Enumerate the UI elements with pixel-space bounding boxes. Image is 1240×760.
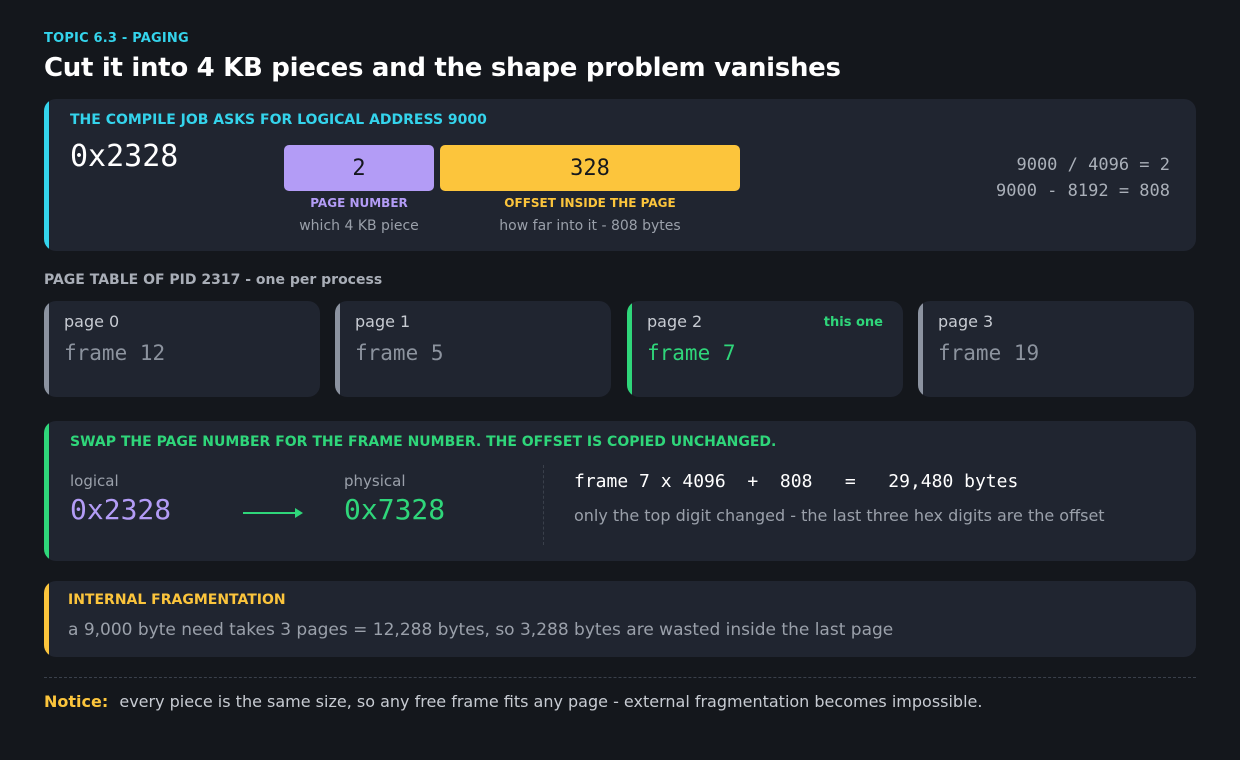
fragmentation-text: a 9,000 byte need takes 3 pages = 12,288… — [68, 620, 894, 640]
page-table-label: PAGE TABLE OF PID 2317 - one per process — [44, 272, 383, 288]
topic-label: TOPIC 6.3 - PAGING — [44, 31, 189, 46]
formula-note: only the top digit changed - the last th… — [574, 506, 1105, 525]
divider — [44, 677, 1196, 678]
page-number-label: PAGE NUMBER — [310, 196, 408, 210]
page-table-entry: page 3 frame 19 — [918, 301, 1194, 397]
offset-sub: how far into it - 808 bytes — [499, 218, 681, 234]
subtraction-calc: 9000 - 8192 = 808 — [996, 181, 1170, 201]
frame-number: frame 5 — [355, 341, 444, 365]
page-name: page 2 — [647, 312, 703, 331]
page-table-entry-selected: page 2 this one frame 7 — [627, 301, 903, 397]
frame-number: frame 7 — [647, 341, 736, 365]
logical-hex: 0x2328 — [70, 493, 172, 526]
card-accent-bar — [627, 301, 632, 397]
card-accent-bar — [44, 301, 49, 397]
page-number-sub: which 4 KB piece — [299, 218, 419, 234]
fragmentation-heading: INTERNAL FRAGMENTATION — [68, 592, 286, 608]
page-name: page 1 — [355, 312, 411, 331]
page-number-box: 2 — [284, 145, 434, 191]
arrow-right-icon — [243, 508, 303, 518]
divider — [543, 465, 544, 545]
offset-label: OFFSET INSIDE THE PAGE — [504, 196, 676, 210]
notice-text: every piece is the same size, so any fre… — [119, 692, 983, 711]
page-title: Cut it into 4 KB pieces and the shape pr… — [44, 53, 841, 83]
physical-formula: frame 7 x 4096 + 808 = 29,480 bytes — [574, 471, 1019, 492]
offset-box: 328 — [440, 145, 740, 191]
notice-key: Notice: — [44, 692, 109, 711]
translation-heading: SWAP THE PAGE NUMBER FOR THE FRAME NUMBE… — [70, 434, 777, 450]
card-accent-bar — [44, 99, 49, 251]
division-calc: 9000 / 4096 = 2 — [1016, 155, 1170, 175]
this-one-badge: this one — [823, 315, 883, 330]
fragmentation-card: INTERNAL FRAGMENTATION a 9,000 byte need… — [44, 581, 1196, 657]
logical-address-hex: 0x2328 — [70, 139, 179, 174]
physical-hex: 0x7328 — [344, 493, 446, 526]
page-name: page 3 — [938, 312, 994, 331]
physical-label: physical — [344, 472, 406, 490]
translation-card: SWAP THE PAGE NUMBER FOR THE FRAME NUMBE… — [44, 421, 1196, 561]
card-accent-bar — [44, 581, 49, 657]
logical-label: logical — [70, 472, 119, 490]
frame-number: frame 12 — [64, 341, 166, 365]
frame-number: frame 19 — [938, 341, 1040, 365]
page-table-entry: page 0 frame 12 — [44, 301, 320, 397]
address-heading: THE COMPILE JOB ASKS FOR LOGICAL ADDRESS… — [70, 112, 487, 128]
card-accent-bar — [44, 421, 49, 561]
page-name: page 0 — [64, 312, 120, 331]
notice: Notice: every piece is the same size, so… — [44, 692, 982, 711]
card-accent-bar — [918, 301, 923, 397]
card-accent-bar — [335, 301, 340, 397]
address-card: THE COMPILE JOB ASKS FOR LOGICAL ADDRESS… — [44, 99, 1196, 251]
page-table-entry: page 1 frame 5 — [335, 301, 611, 397]
